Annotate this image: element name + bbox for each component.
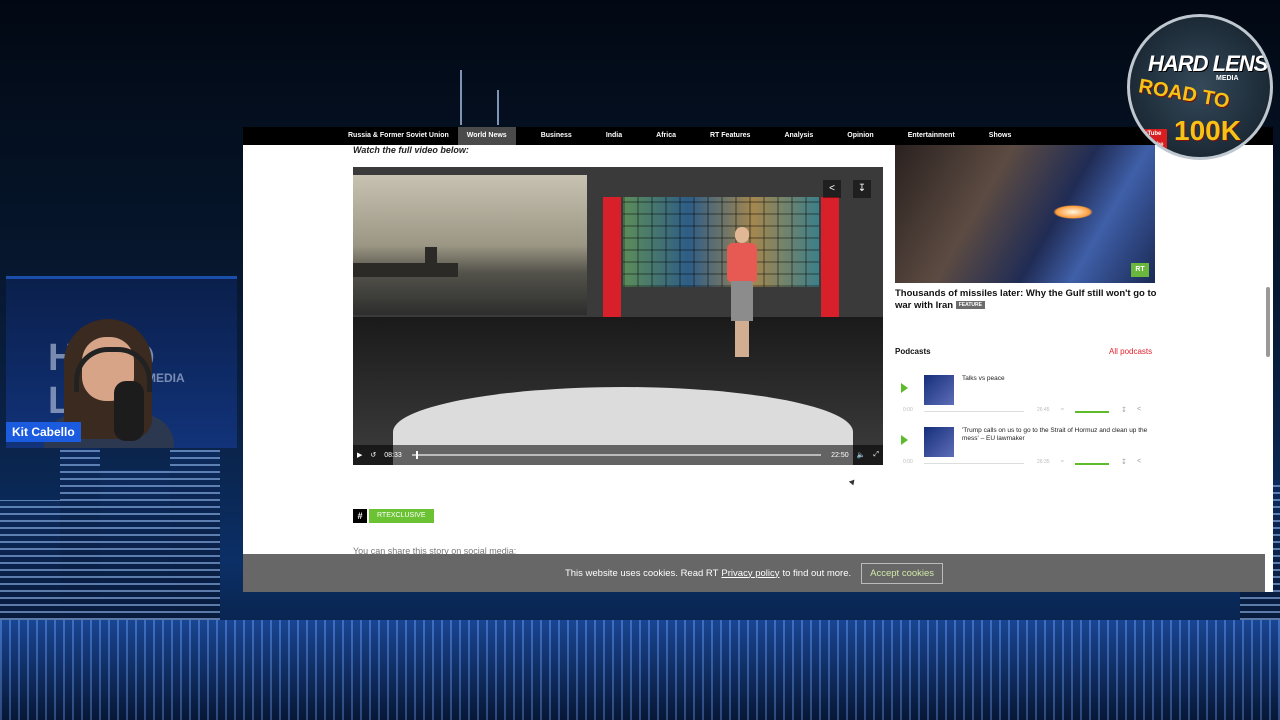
subscribe-label: Subscribe (1134, 142, 1164, 148)
badge-goal: 100K (1174, 115, 1241, 146)
nav-africa[interactable]: Africa (647, 127, 685, 145)
cookie-banner: This website uses cookies. Read RT Priva… (243, 554, 1265, 592)
podcast-share-icon[interactable]: < (1137, 406, 1141, 413)
nav-business[interactable]: Business (532, 127, 581, 145)
site-nav: Russia & Former Soviet Union World News … (243, 127, 1273, 145)
browser-page: Russia & Former Soviet Union World News … (243, 127, 1273, 592)
podcast-download-icon[interactable]: ↧ (1121, 406, 1127, 414)
video-current-time: 08:33 (384, 451, 402, 459)
podcast-play-icon[interactable] (901, 435, 908, 445)
volume-icon[interactable]: 🔈 (857, 451, 866, 459)
podcast-progress-bar[interactable] (924, 463, 1024, 464)
hashtag-link[interactable]: RTEXCLUSIVE (369, 509, 434, 523)
download-icon[interactable]: ↧ (853, 180, 871, 198)
nav-rt-features[interactable]: RT Features (701, 127, 759, 145)
video-controls: ▶ ↺ 08:33 22:50 🔈 ⤢ (353, 445, 883, 465)
play-icon[interactable]: ▶ (357, 451, 362, 459)
nav-india[interactable]: India (597, 127, 631, 145)
nav-analysis[interactable]: Analysis (775, 127, 822, 145)
podcast-length: 26:35 (1037, 459, 1050, 465)
accept-cookies-button[interactable]: Accept cookies (861, 562, 944, 584)
badge-ring-text: With Kit Cabello (1137, 14, 1178, 42)
video-presenter (725, 227, 759, 357)
video-progress-bar[interactable] (411, 451, 822, 459)
channel-badge: With Kit Cabello HARD LENS MEDIA ROAD TO… (1127, 14, 1273, 160)
feature-title[interactable]: Thousands of missiles later: Why the Gul… (895, 288, 1165, 312)
privacy-policy-link[interactable]: Privacy policy (721, 568, 779, 579)
podcast-download-icon[interactable]: ↧ (1121, 458, 1127, 466)
youtube-subscribe-icon: YouTube Subscribe (1131, 129, 1167, 151)
presenter-name-tag: Kit Cabello (6, 422, 81, 442)
podcast-volume-icon[interactable]: ▫ (1061, 458, 1063, 465)
podcast-elapsed: 0:00 (903, 459, 913, 465)
nav-opinion[interactable]: Opinion (838, 127, 882, 145)
feature-title-text[interactable]: Thousands of missiles later: Why the Gul… (895, 288, 1156, 311)
mouse-cursor (848, 479, 857, 487)
podcast-volume-bar[interactable] (1075, 463, 1109, 465)
podcast-progress-bar[interactable] (924, 411, 1024, 412)
page-scrollbar[interactable] (1266, 287, 1270, 357)
podcast-length: 26:45 (1037, 407, 1050, 413)
video-progress-knob[interactable] (415, 451, 418, 459)
youtube-label: YouTube (1136, 131, 1162, 137)
cookie-text: This website uses cookies. Read RT (564, 567, 719, 579)
fullscreen-icon[interactable]: ⤢ (873, 451, 879, 459)
nav-entertainment[interactable]: Entertainment (899, 127, 964, 145)
podcast-title[interactable]: Talks vs peace (962, 375, 1162, 383)
podcast-elapsed: 0:00 (903, 407, 913, 413)
nav-shows[interactable]: Shows (980, 127, 1021, 145)
nav-world-news[interactable]: World News (457, 127, 516, 145)
rt-logo: RT (1131, 263, 1149, 277)
podcast-volume-icon[interactable]: ▫ (1061, 406, 1063, 413)
badge-title: HARD LENS (1148, 51, 1268, 76)
feature-image[interactable]: RT (895, 145, 1155, 283)
share-icon[interactable]: < (823, 180, 841, 198)
podcast-item: Talks vs peace 0:00 26:45 ▫ ↧ < (895, 375, 1155, 423)
badge-media: MEDIA (1216, 75, 1239, 82)
podcast-thumbnail (924, 375, 954, 405)
all-podcasts-link[interactable]: All podcasts (1109, 347, 1152, 356)
hashtag-icon: # (353, 509, 367, 523)
podcast-item: 'Trump calls on us to go to the Strait o… (895, 427, 1155, 475)
podcast-volume-bar[interactable] (1075, 411, 1109, 413)
cookie-text-after: to find out more. (782, 567, 852, 579)
podcast-play-icon[interactable] (901, 383, 908, 393)
video-ship-scene (353, 175, 587, 315)
podcast-share-icon[interactable]: < (1137, 458, 1141, 465)
video-screen-wall (623, 197, 819, 287)
video-player[interactable]: < ↧ ▶ ↺ 08:33 22:50 🔈 ⤢ (353, 167, 883, 465)
feature-tag: FEATURE (955, 301, 985, 310)
podcast-title[interactable]: 'Trump calls on us to go to the Strait o… (962, 427, 1162, 443)
video-duration: 22:50 (831, 451, 849, 459)
podcast-thumbnail (924, 427, 954, 457)
nav-russia[interactable]: Russia & Former Soviet Union (339, 127, 458, 145)
rewind-icon[interactable]: ↺ (370, 451, 376, 459)
video-caption: Watch the full video below: (353, 145, 469, 155)
